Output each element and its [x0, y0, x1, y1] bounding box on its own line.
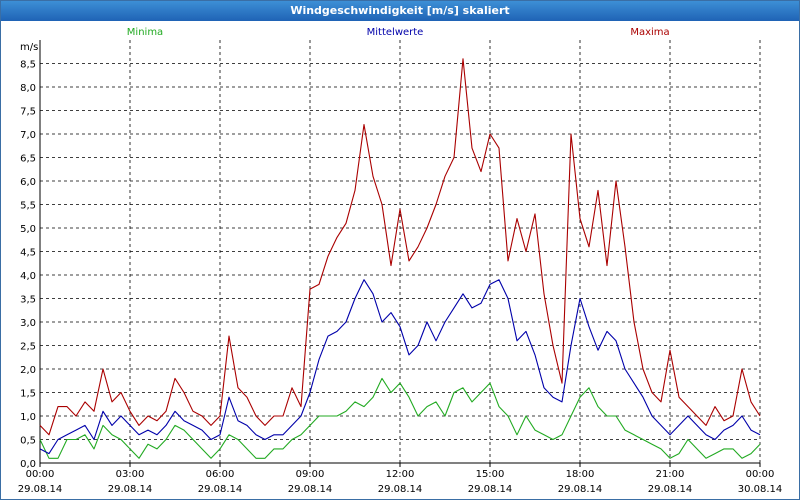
x-tick-date: 29.08.14: [288, 484, 333, 495]
x-tick-time: 06:00: [206, 469, 235, 480]
wind-speed-chart: 0,00,51,01,52,02,53,03,54,04,55,05,56,06…: [18, 27, 783, 495]
x-tick-date: 29.08.14: [108, 484, 153, 495]
x-tick-time: 21:00: [656, 469, 685, 480]
y-tick-label: 7,0: [20, 130, 36, 141]
y-tick-label: 5,5: [20, 201, 36, 212]
y-tick-label: 6,5: [20, 154, 36, 165]
y-tick-label: 2,5: [20, 342, 36, 353]
legend-maxima: Maxima: [630, 27, 669, 38]
y-tick-label: 2,0: [20, 365, 36, 376]
legend-minima: Minima: [127, 27, 163, 38]
grid: [39, 40, 761, 464]
x-tick-time: 12:00: [386, 469, 415, 480]
x-tick-date: 29.08.14: [558, 484, 603, 495]
x-tick-date: 29.08.14: [198, 484, 243, 495]
x-tick-time: 00:00: [26, 469, 55, 480]
y-tick-label: 1,5: [20, 389, 36, 400]
y-tick-label: 5,0: [20, 224, 36, 235]
x-tick-time: 18:00: [566, 469, 595, 480]
y-tick-label: 8,0: [20, 83, 36, 94]
y-tick-label: 6,0: [20, 177, 36, 188]
x-tick-date: 29.08.14: [18, 484, 63, 495]
x-tick-date: 29.08.14: [468, 484, 513, 495]
y-tick-label: 8,5: [20, 60, 36, 71]
x-tick-date: 29.08.14: [648, 484, 693, 495]
x-tick-date: 29.08.14: [378, 484, 423, 495]
y-tick-label: 4,0: [20, 271, 36, 282]
legend-mittelwerte: Mittelwerte: [367, 27, 424, 38]
y-tick-label: 3,0: [20, 318, 36, 329]
y-axis-unit: m/s: [20, 42, 38, 53]
x-tick-time: 15:00: [476, 469, 505, 480]
y-tick-label: 4,5: [20, 248, 36, 259]
y-tick-label: 0,5: [20, 436, 36, 447]
y-tick-labels: 0,00,51,01,52,02,53,03,54,04,55,05,56,06…: [20, 60, 36, 471]
y-tick-label: 1,0: [20, 412, 36, 423]
x-tick-labels: 00:00 29.08.14 03:00 29.08.14 06:00 29.08.14 0…: [18, 469, 783, 495]
y-tick-label: 7,5: [20, 107, 36, 118]
y-tick-label: 3,5: [20, 295, 36, 306]
x-tick-time: 00:00: [746, 469, 775, 480]
x-tick-time: 03:00: [116, 469, 145, 480]
legend: Minima Mittelwerte Maxima: [127, 27, 670, 38]
x-tick-time: 09:00: [296, 469, 325, 480]
x-tick-date: 30.08.14: [738, 484, 783, 495]
